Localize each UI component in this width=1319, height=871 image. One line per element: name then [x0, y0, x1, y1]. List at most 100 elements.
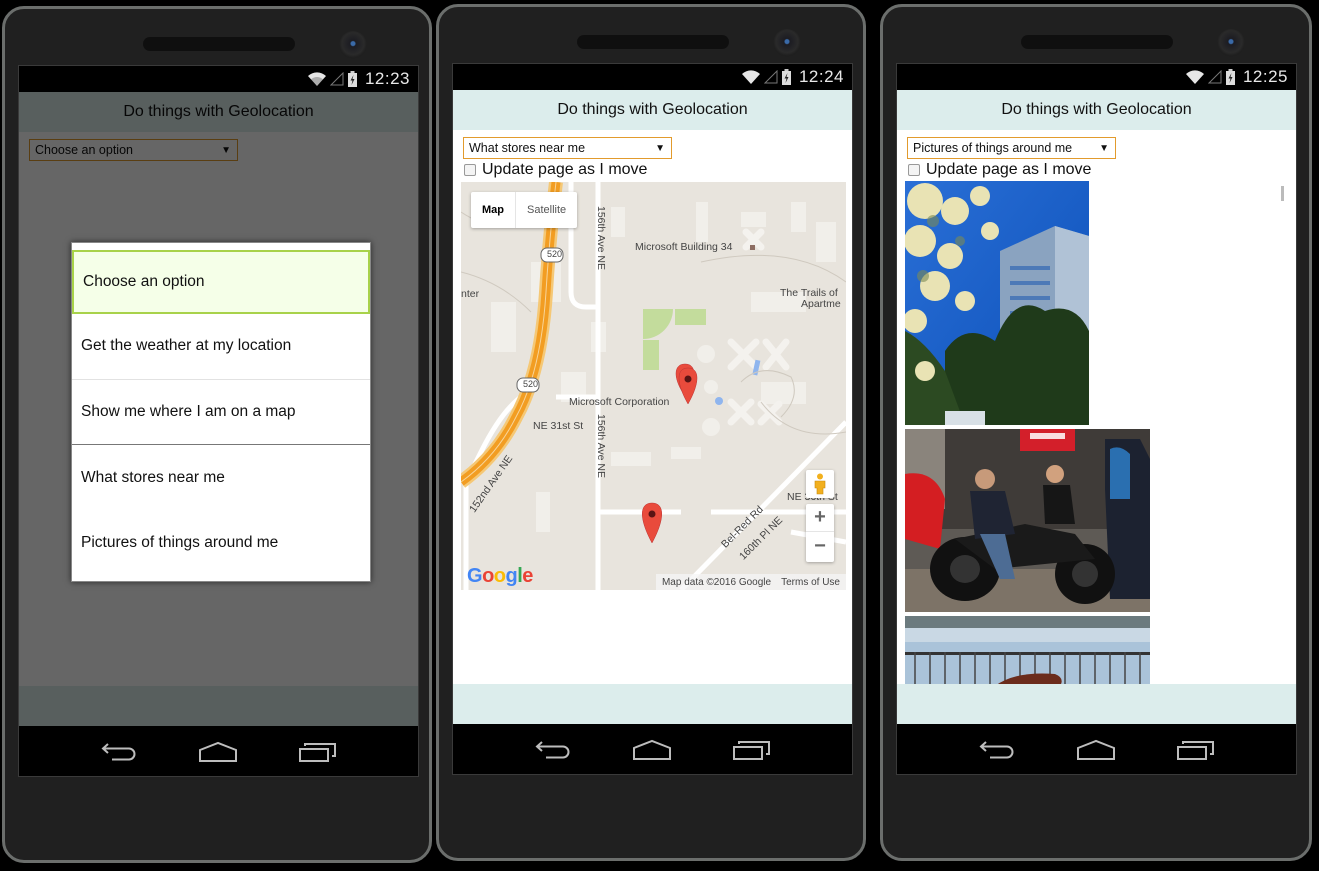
map-label-156th-north: 156th Ave NE — [595, 206, 607, 271]
back-button[interactable] — [96, 737, 142, 767]
app-title-bar: Do things with Geolocation — [453, 90, 852, 130]
back-icon — [101, 743, 136, 761]
option-pictures[interactable]: Pictures of things around me — [72, 511, 370, 577]
zoom-in-button[interactable]: + — [806, 504, 834, 532]
photo-motorcycle[interactable] — [905, 429, 1150, 612]
option-weather[interactable]: Get the weather at my location — [72, 314, 370, 380]
map-attribution: Map data ©2016 Google Terms of Use — [655, 574, 846, 590]
wifi-icon — [741, 70, 760, 84]
battery-charging-icon — [347, 71, 357, 87]
option-label: Choose an option — [83, 273, 205, 290]
update-as-i-move-row[interactable]: Update page as I move — [907, 160, 1296, 180]
battery-charging-icon — [1225, 69, 1235, 85]
home-icon — [199, 741, 238, 762]
speaker-grille — [143, 37, 295, 51]
nav-bar — [897, 724, 1296, 774]
map-label-156th-south: 156th Ave NE — [595, 414, 607, 479]
app-title: Do things with Geolocation — [1001, 101, 1192, 118]
recents-icon — [299, 743, 337, 762]
photo-lake[interactable] — [905, 616, 1150, 686]
map-marker — [642, 502, 662, 544]
speaker-grille — [577, 35, 729, 49]
select-value: Pictures of things around me — [913, 141, 1073, 155]
footer-bar — [897, 684, 1296, 724]
app-title: Do things with Geolocation — [557, 101, 748, 118]
scrollbar-thumb[interactable] — [1281, 186, 1284, 201]
street-view-pegman[interactable] — [806, 470, 834, 498]
phone-1: 12:23 Do things with Geolocation Choose … — [2, 6, 432, 863]
recents-button[interactable] — [729, 735, 775, 765]
option-label: What stores near me — [81, 468, 225, 486]
recents-button[interactable] — [295, 737, 341, 767]
terms-of-use-link[interactable]: Terms of Use — [781, 577, 840, 588]
dropdown-arrow-icon: ▼ — [655, 142, 665, 154]
map-type-control: Map Satellite — [471, 192, 578, 228]
phone-2: 12:24 Do things with Geolocation What st… — [436, 4, 866, 861]
recents-icon — [1177, 741, 1215, 760]
option-label: Show me where I am on a map — [81, 402, 296, 420]
phone-3: 12:25 Do things with Geolocation Picture… — [880, 4, 1312, 861]
wifi-icon — [307, 72, 326, 86]
emulator-stage: 12:23 Do things with Geolocation Choose … — [0, 0, 1319, 871]
option-map[interactable]: Show me where I am on a map — [72, 380, 370, 445]
option-select[interactable]: What stores near me ▼ — [463, 137, 672, 159]
option-picker-dialog: Choose an option Get the weather at my l… — [71, 242, 371, 582]
option-choose[interactable]: Choose an option — [72, 250, 370, 314]
app-title-bar: Do things with Geolocation — [897, 90, 1296, 130]
back-button[interactable] — [530, 735, 576, 765]
status-bar: 12:24 — [453, 64, 852, 90]
recents-button[interactable] — [1173, 735, 1219, 765]
home-icon — [1077, 739, 1116, 760]
wifi-icon — [1185, 70, 1204, 84]
nav-bar — [19, 726, 418, 776]
signal-icon — [1207, 70, 1222, 84]
front-camera — [339, 31, 367, 59]
option-select[interactable]: Pictures of things around me ▼ — [907, 137, 1116, 159]
map-label-building-34: Microsoft Building 34 — [635, 241, 733, 253]
update-as-i-move-checkbox[interactable] — [464, 164, 476, 176]
map-label-apartments: Apartme — [801, 298, 841, 310]
zoom-out-button[interactable]: − — [806, 532, 834, 560]
map-view[interactable]: 520 520 Microsoft Building 34 The Trails… — [461, 182, 846, 590]
footer-bar — [453, 684, 852, 724]
home-button[interactable] — [1073, 735, 1119, 765]
map-marker — [678, 367, 698, 405]
photo-tree-building[interactable] — [905, 181, 1089, 425]
status-clock: 12:24 — [798, 67, 844, 86]
screen: 12:23 Do things with Geolocation Choose … — [18, 65, 419, 777]
map-label-microsoft-corp: Microsoft Corporation — [569, 396, 670, 408]
battery-charging-icon — [781, 69, 791, 85]
pegman-icon — [814, 473, 826, 495]
dropdown-arrow-icon: ▼ — [1099, 142, 1109, 154]
photo-list — [905, 181, 1296, 686]
update-as-i-move-checkbox[interactable] — [908, 164, 920, 176]
home-button[interactable] — [629, 735, 675, 765]
checkbox-label: Update page as I move — [482, 161, 648, 178]
checkbox-label: Update page as I move — [926, 161, 1092, 178]
status-bar: 12:25 — [897, 64, 1296, 90]
google-logo: Google — [467, 565, 533, 587]
update-as-i-move-row[interactable]: Update page as I move — [463, 160, 852, 180]
speaker-grille — [1021, 35, 1173, 49]
select-value: What stores near me — [469, 141, 586, 155]
home-button[interactable] — [195, 737, 241, 767]
map-label-520: 520 — [523, 379, 539, 389]
option-label: Pictures of things around me — [81, 534, 279, 552]
status-clock: 12:25 — [1242, 67, 1288, 86]
map-type-satellite-button[interactable]: Satellite — [516, 192, 577, 228]
map-type-map-button[interactable]: Map — [471, 192, 516, 228]
status-bar: 12:23 — [19, 66, 418, 92]
back-button[interactable] — [974, 735, 1020, 765]
signal-icon — [329, 72, 344, 86]
option-stores[interactable]: What stores near me — [72, 445, 370, 511]
app-view: Do things with Geolocation What stores n… — [453, 90, 852, 724]
back-icon — [535, 741, 570, 759]
screen: 12:24 Do things with Geolocation What st… — [452, 63, 853, 775]
zoom-control: + − — [806, 504, 834, 562]
front-camera — [1217, 29, 1245, 57]
nav-bar — [453, 724, 852, 774]
recents-icon — [733, 741, 771, 760]
app-view: Do things with Geolocation Pictures of t… — [897, 90, 1296, 724]
screen: 12:25 Do things with Geolocation Picture… — [896, 63, 1297, 775]
signal-icon — [763, 70, 778, 84]
